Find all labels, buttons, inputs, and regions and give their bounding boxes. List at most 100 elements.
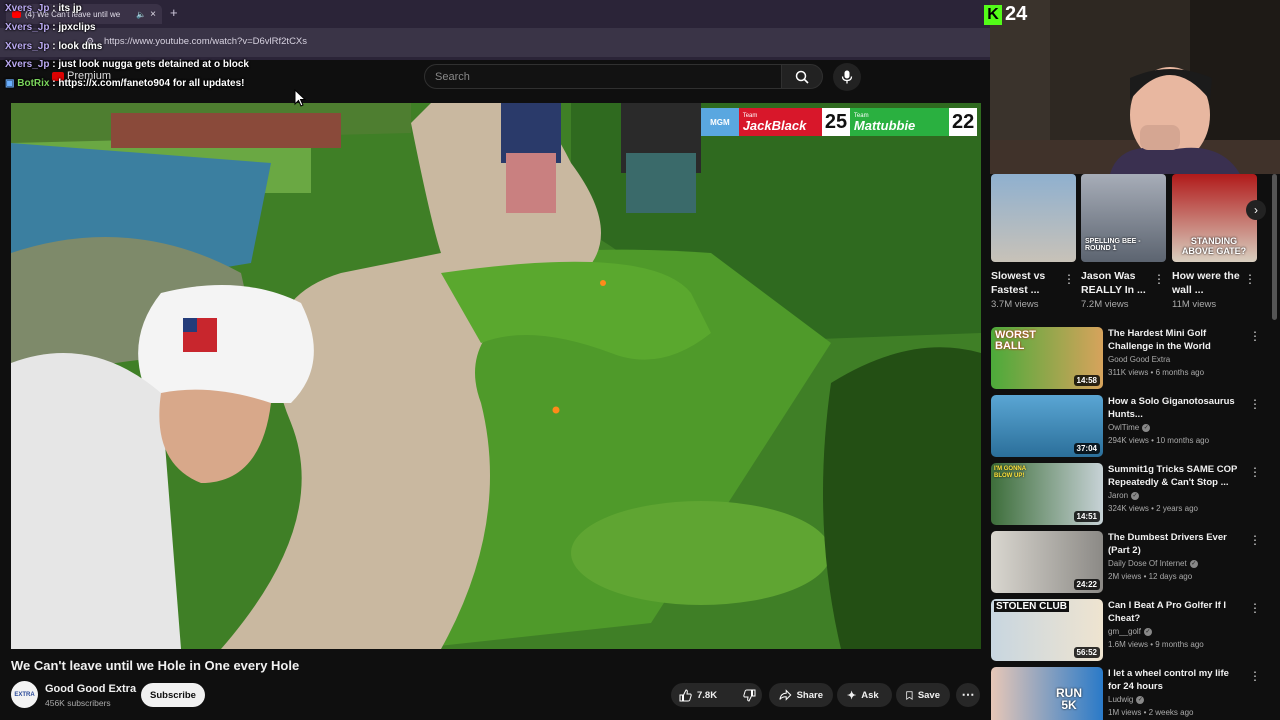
- recommendation-meta: 311K views • 6 months ago: [1108, 368, 1205, 377]
- team-a: Team JackBlack: [738, 108, 823, 136]
- bot-icon: ▣: [5, 78, 18, 90]
- recommendation-channel[interactable]: Jaron ✓: [1108, 491, 1140, 500]
- recommendation-channel[interactable]: Ludwig ✓: [1108, 695, 1145, 704]
- search-placeholder: Search: [435, 71, 470, 83]
- ask-label: Ask: [861, 689, 879, 701]
- shorts-shelf: Slowest vs Fastest ... 3.7M views ⋮ SPEL…: [991, 174, 1280, 320]
- dislike-button[interactable]: [735, 683, 764, 707]
- verified-icon: ✓: [1136, 695, 1145, 704]
- duration-badge: 14:51: [1073, 511, 1100, 522]
- video-thumbnail[interactable]: I'M GONNA BLOW UP! 14:51: [991, 463, 1103, 525]
- video-thumbnail[interactable]: RUN 5K: [991, 667, 1103, 720]
- chat-user: Xvers_Jp: [5, 3, 50, 14]
- short-item[interactable]: Slowest vs Fastest ... 3.7M views ⋮: [991, 174, 1076, 310]
- channel-name: Ludwig: [1108, 695, 1134, 704]
- recommendation-item[interactable]: WORST BALL 14:58 The Hardest Mini Golf C…: [991, 327, 1271, 389]
- sparkle-icon: ✦: [847, 689, 857, 702]
- recommendation-title[interactable]: The Dumbest Drivers Ever (Part 2): [1108, 531, 1238, 557]
- short-thumbnail[interactable]: STANDING ABOVE GATE?: [1172, 174, 1257, 262]
- recommendation-title[interactable]: Can I Beat A Pro Golfer If I Cheat?: [1108, 599, 1238, 625]
- search-input[interactable]: Search: [424, 64, 782, 89]
- team-b: Team Mattubbie: [849, 108, 950, 136]
- recommendation-title[interactable]: How a Solo Giganotosaurus Hunts...: [1108, 395, 1238, 421]
- channel-name: Good Good Extra: [1108, 355, 1171, 364]
- thumb-text: I'M GONNA BLOW UP!: [994, 466, 1026, 479]
- recommendation-channel[interactable]: Good Good Extra: [1108, 355, 1170, 364]
- save-button[interactable]: Save: [896, 683, 950, 707]
- thumbs-down-icon: [743, 689, 756, 702]
- chat-text: https://x.com/faneto904 for all updates!: [58, 78, 245, 90]
- short-thumbnail[interactable]: [991, 174, 1076, 262]
- more-icon: ⋯: [961, 687, 975, 702]
- recommendation-channel[interactable]: OwlTime ✓: [1108, 423, 1151, 432]
- recommendation-channel[interactable]: Daily Dose Of Internet ✓: [1108, 559, 1198, 568]
- chat-message: Xvers_Jp : jpxclips: [5, 21, 96, 33]
- video-thumbnail[interactable]: WORST BALL 14:58: [991, 327, 1103, 389]
- more-vert-icon[interactable]: ⋮: [1249, 397, 1261, 411]
- sidebar-scrollbar[interactable]: [1272, 174, 1277, 320]
- video-thumbnail[interactable]: 24:22: [991, 531, 1103, 593]
- short-title[interactable]: Jason Was REALLY In ...: [1081, 269, 1151, 297]
- verified-icon: ✓: [1142, 423, 1151, 432]
- duration-badge: 24:22: [1073, 579, 1100, 590]
- channel-name: OwlTime: [1108, 423, 1140, 432]
- channel-name[interactable]: Good Good Extra: [45, 683, 136, 695]
- chat-text: just look nugga gets detained at o block: [58, 59, 249, 71]
- subscribe-button[interactable]: Subscribe: [141, 683, 205, 707]
- thumb-text: STOLEN CLUB: [994, 601, 1069, 612]
- avatar-text: EXTRA: [14, 691, 35, 698]
- short-menu-icon[interactable]: ⋮: [1153, 272, 1165, 286]
- ask-button[interactable]: ✦ Ask: [837, 683, 892, 707]
- video-thumbnail[interactable]: 37:04: [991, 395, 1103, 457]
- like-count: 7.8K: [697, 689, 718, 701]
- recommendation-item[interactable]: 37:04 How a Solo Giganotosaurus Hunts...…: [991, 395, 1271, 457]
- short-title[interactable]: Slowest vs Fastest ...: [991, 269, 1061, 297]
- save-label: Save: [917, 689, 940, 701]
- more-actions-button[interactable]: ⋯: [956, 683, 980, 707]
- voice-search-button[interactable]: [833, 63, 861, 91]
- chat-text: jpxclips: [58, 21, 96, 33]
- short-thumbnail[interactable]: SPELLING BEE - ROUND 1: [1081, 174, 1166, 262]
- team-a-score: 25: [822, 108, 850, 136]
- share-label: Share: [796, 689, 823, 701]
- short-thumb-text: SPELLING BEE - ROUND 1: [1085, 238, 1141, 252]
- recommendation-title[interactable]: The Hardest Mini Golf Challenge in the W…: [1108, 327, 1238, 353]
- more-vert-icon[interactable]: ⋮: [1249, 669, 1261, 683]
- short-item[interactable]: SPELLING BEE - ROUND 1 Jason Was REALLY …: [1081, 174, 1166, 310]
- recommendation-item[interactable]: RUN 5K I let a wheel control my life for…: [991, 667, 1271, 720]
- recommendation-meta: 294K views • 10 months ago: [1108, 436, 1210, 445]
- more-vert-icon[interactable]: ⋮: [1249, 465, 1261, 479]
- recommendation-title[interactable]: Summit1g Tricks SAME COP Repeatedly & Ca…: [1108, 463, 1238, 489]
- subscriber-count: 456K subscribers: [45, 698, 111, 708]
- recommendation-item[interactable]: 24:22 The Dumbest Drivers Ever (Part 2) …: [991, 531, 1271, 593]
- short-views: 7.2M views: [1081, 299, 1129, 310]
- short-item[interactable]: STANDING ABOVE GATE? How were the wall .…: [1172, 174, 1257, 310]
- recommendation-item[interactable]: I'M GONNA BLOW UP! 14:51 Summit1g Tricks…: [991, 463, 1271, 525]
- like-button[interactable]: 7.8K: [671, 683, 725, 707]
- more-vert-icon[interactable]: ⋮: [1249, 329, 1261, 343]
- recommendation-channel[interactable]: gm__golf ✓: [1108, 627, 1152, 636]
- chevron-right-icon[interactable]: ›: [1246, 200, 1266, 220]
- recommendation-title[interactable]: I let a wheel control my life for 24 hou…: [1108, 667, 1238, 693]
- duration-badge: 56:52: [1073, 647, 1100, 658]
- short-menu-icon[interactable]: ⋮: [1063, 272, 1075, 286]
- video-player[interactable]: [11, 103, 981, 649]
- duration-badge: 14:58: [1073, 375, 1100, 386]
- stream-chat-overlay: Xvers_Jp : its jp Xvers_Jp : jpxclips Xv…: [5, 0, 249, 94]
- thumb-text: RUN 5K: [1056, 686, 1082, 712]
- chat-user: Xvers_Jp: [5, 59, 50, 71]
- channel-avatar[interactable]: EXTRA: [11, 681, 38, 708]
- video-thumbnail[interactable]: STOLEN CLUB 56:52: [991, 599, 1103, 661]
- share-button[interactable]: Share: [769, 683, 833, 707]
- short-title[interactable]: How were the wall ...: [1172, 269, 1242, 297]
- more-vert-icon[interactable]: ⋮: [1249, 601, 1261, 615]
- search-button[interactable]: [781, 64, 823, 89]
- short-thumb-text: STANDING ABOVE GATE?: [1181, 236, 1247, 256]
- team-a-name: JackBlack: [742, 117, 807, 133]
- chat-message: Xvers_Jp : just look nugga gets detained…: [5, 59, 249, 71]
- chat-text: its jp: [58, 3, 82, 14]
- chat-message: ▣ BotRix : https://x.com/faneto904 for a…: [5, 78, 245, 90]
- recommendation-item[interactable]: STOLEN CLUB 56:52 Can I Beat A Pro Golfe…: [991, 599, 1271, 661]
- more-vert-icon[interactable]: ⋮: [1249, 533, 1261, 547]
- short-menu-icon[interactable]: ⋮: [1244, 272, 1256, 286]
